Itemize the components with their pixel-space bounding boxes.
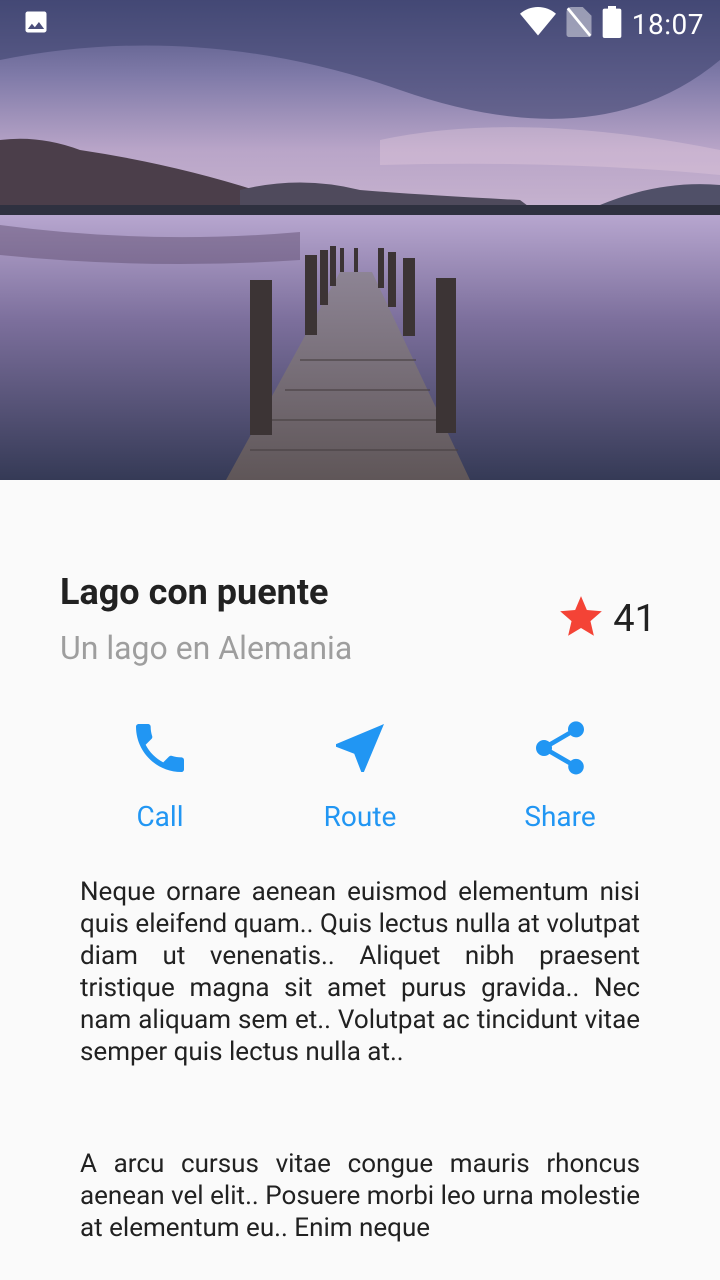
route-label: Route: [323, 800, 397, 833]
navigation-icon: [324, 712, 396, 784]
lake-pier-photo: [0, 0, 720, 480]
phone-icon: [124, 712, 196, 784]
description-paragraph-1: Neque ornare aenean euismod elementum ni…: [80, 877, 640, 1067]
hero-image: [0, 0, 720, 480]
star-icon: [555, 592, 607, 646]
status-time: 18:07: [631, 7, 704, 41]
share-button[interactable]: Share: [460, 712, 660, 834]
rating[interactable]: 41: [555, 592, 656, 646]
status-bar: 18:07: [0, 0, 720, 48]
call-label: Call: [136, 800, 184, 833]
action-row: Call Route Share: [60, 712, 660, 834]
route-button[interactable]: Route: [260, 712, 460, 834]
description-paragraph-2: A arcu cursus vitae congue mauris rhoncu…: [80, 1149, 640, 1243]
battery-icon: [602, 6, 622, 42]
no-sim-icon: [566, 7, 592, 41]
description: Neque ornare aenean euismod elementum ni…: [80, 876, 640, 1244]
share-icon: [524, 712, 596, 784]
share-label: Share: [524, 800, 596, 833]
rating-count: 41: [613, 597, 656, 641]
status-icons: 18:07: [519, 6, 704, 42]
wifi-icon: [519, 7, 556, 41]
image-notification-icon: [22, 8, 50, 40]
call-button[interactable]: Call: [60, 712, 260, 834]
